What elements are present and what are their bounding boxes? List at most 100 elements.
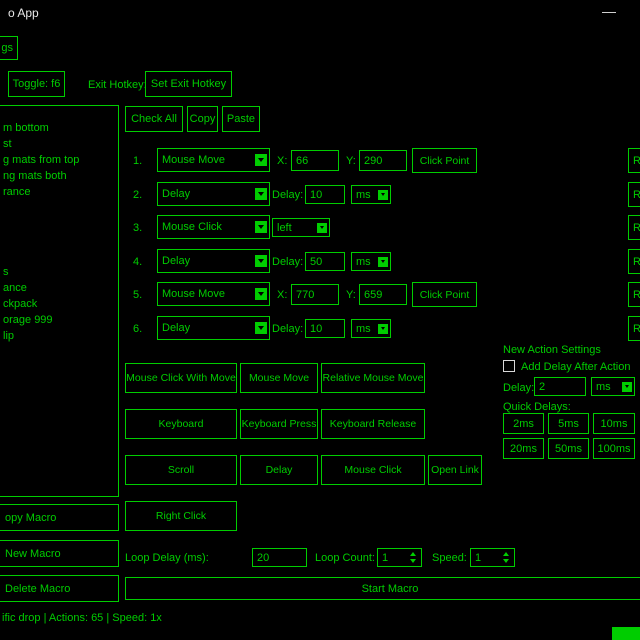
macro-list-item[interactable] [0, 232, 118, 248]
speed-value: 1 [471, 552, 481, 564]
add-keyboard-release-button[interactable]: Keyboard Release [321, 409, 425, 439]
window-title: o App [8, 6, 39, 20]
y-input[interactable] [359, 150, 407, 171]
dropdown-arrow-icon[interactable] [378, 190, 388, 200]
delay-unit-dropdown[interactable]: ms [351, 319, 391, 338]
paste-button[interactable]: Paste [222, 106, 260, 132]
add-open-link-button[interactable]: Open Link [428, 455, 482, 485]
quick-delay-10ms-button[interactable]: 10ms [593, 413, 635, 434]
macro-list-item[interactable]: m bottom [0, 120, 118, 136]
action-type-dropdown[interactable]: Mouse Move [157, 282, 270, 306]
action-type-dropdown[interactable]: Delay [157, 249, 270, 273]
quick-delay-20ms-button[interactable]: 20ms [503, 438, 544, 459]
toggle-hotkey-button[interactable]: Toggle: f6 [8, 71, 65, 97]
tab-settings[interactable]: gs [0, 36, 18, 60]
settings-delay-input[interactable] [534, 377, 586, 396]
macro-list-item[interactable]: ng mats both [0, 168, 118, 184]
action-type-dropdown[interactable]: Delay [157, 316, 270, 340]
loop-count-stepper[interactable]: 1 [377, 548, 422, 567]
remove-button[interactable]: R [628, 148, 640, 173]
dropdown-arrow-icon[interactable] [378, 257, 388, 267]
delay-input[interactable] [305, 252, 345, 271]
x-input[interactable] [291, 150, 339, 171]
add-mouse-click-with-move-button[interactable]: Mouse Click With Move [125, 363, 237, 393]
spinner-up-icon[interactable] [503, 552, 509, 556]
macro-list-item[interactable]: ckpack [0, 296, 118, 312]
action-row-number: 5. [133, 288, 142, 302]
delay-input[interactable] [305, 185, 345, 204]
add-mouse-click-button[interactable]: Mouse Click [321, 455, 425, 485]
copy-macro-button[interactable]: opy Macro [0, 504, 119, 531]
y-label: Y: [346, 288, 356, 302]
add-relative-mouse-move-button[interactable]: Relative Mouse Move [321, 363, 425, 393]
add-delay-button[interactable]: Delay [240, 455, 318, 485]
resize-grip[interactable] [612, 627, 640, 640]
delete-macro-button[interactable]: Delete Macro [0, 575, 119, 602]
delay-unit-dropdown[interactable]: ms [351, 252, 391, 271]
dropdown-arrow-icon[interactable] [255, 188, 267, 200]
check-all-button[interactable]: Check All [125, 106, 183, 132]
click-point-button[interactable]: Click Point [412, 282, 477, 307]
spinner-down-icon[interactable] [503, 559, 509, 563]
delay-input[interactable] [305, 319, 345, 338]
x-input[interactable] [291, 284, 339, 305]
new-macro-button[interactable]: New Macro [0, 540, 119, 567]
add-scroll-button[interactable]: Scroll [125, 455, 237, 485]
remove-button[interactable]: R [628, 215, 640, 240]
dropdown-arrow-icon[interactable] [317, 223, 327, 233]
macro-list-item[interactable]: g mats from top [0, 152, 118, 168]
dropdown-arrow-icon[interactable] [255, 288, 267, 300]
action-type-value: Mouse Click [158, 221, 222, 233]
spinner-up-icon[interactable] [410, 552, 416, 556]
y-input[interactable] [359, 284, 407, 305]
macro-list-item[interactable]: lip [0, 328, 118, 344]
dropdown-arrow-icon[interactable] [622, 382, 632, 392]
copy-button[interactable]: Copy [187, 106, 218, 132]
quick-delays-label: Quick Delays: [503, 400, 571, 414]
action-type-dropdown[interactable]: Delay [157, 182, 270, 206]
dropdown-arrow-icon[interactable] [378, 324, 388, 334]
settings-delay-unit-dropdown[interactable]: ms [591, 377, 635, 396]
loop-delay-input[interactable] [252, 548, 307, 567]
action-type-dropdown[interactable]: Mouse Click [157, 215, 270, 239]
macro-list-item[interactable]: st [0, 136, 118, 152]
remove-button[interactable]: R [628, 182, 640, 207]
dropdown-arrow-icon[interactable] [255, 255, 267, 267]
quick-delay-2ms-button[interactable]: 2ms [503, 413, 544, 434]
macro-list-item[interactable]: s [0, 264, 118, 280]
x-label: X: [277, 154, 287, 168]
speed-stepper[interactable]: 1 [470, 548, 515, 567]
exit-hotkey-label: Exit Hotkey: [88, 78, 147, 92]
dropdown-arrow-icon[interactable] [255, 221, 267, 233]
macro-list-item[interactable]: rance [0, 184, 118, 200]
macro-list-item[interactable]: ance [0, 280, 118, 296]
action-row-number: 1. [133, 154, 142, 168]
quick-delay-100ms-button[interactable]: 100ms [593, 438, 635, 459]
spinner-down-icon[interactable] [410, 559, 416, 563]
add-mouse-move-button[interactable]: Mouse Move [240, 363, 318, 393]
dropdown-arrow-icon[interactable] [255, 154, 267, 166]
delay-unit-dropdown[interactable]: ms [351, 185, 391, 204]
start-macro-button[interactable]: Start Macro [125, 577, 640, 600]
add-right-click-button[interactable]: Right Click [125, 501, 237, 531]
action-type-dropdown[interactable]: Mouse Move [157, 148, 270, 172]
remove-button[interactable]: R [628, 282, 640, 307]
click-point-button[interactable]: Click Point [412, 148, 477, 173]
add-keyboard-press-button[interactable]: Keyboard Press [240, 409, 318, 439]
set-exit-hotkey-button[interactable]: Set Exit Hotkey [145, 71, 232, 97]
remove-button[interactable]: R [628, 249, 640, 274]
remove-button[interactable]: R [628, 316, 640, 341]
macro-list-item[interactable] [0, 216, 118, 232]
title-bar: o App — [0, 0, 640, 26]
minimize-button[interactable]: — [602, 3, 616, 19]
stepper-arrows [407, 552, 419, 563]
macro-list-item[interactable] [0, 200, 118, 216]
add-keyboard-button[interactable]: Keyboard [125, 409, 237, 439]
dropdown-arrow-icon[interactable] [255, 322, 267, 334]
quick-delay-5ms-button[interactable]: 5ms [548, 413, 589, 434]
macro-list-item[interactable] [0, 248, 118, 264]
quick-delay-50ms-button[interactable]: 50ms [548, 438, 589, 459]
macro-list-item[interactable]: orage 999 [0, 312, 118, 328]
mouse-button-dropdown[interactable]: left [272, 218, 330, 237]
add-delay-checkbox[interactable] [503, 360, 515, 372]
